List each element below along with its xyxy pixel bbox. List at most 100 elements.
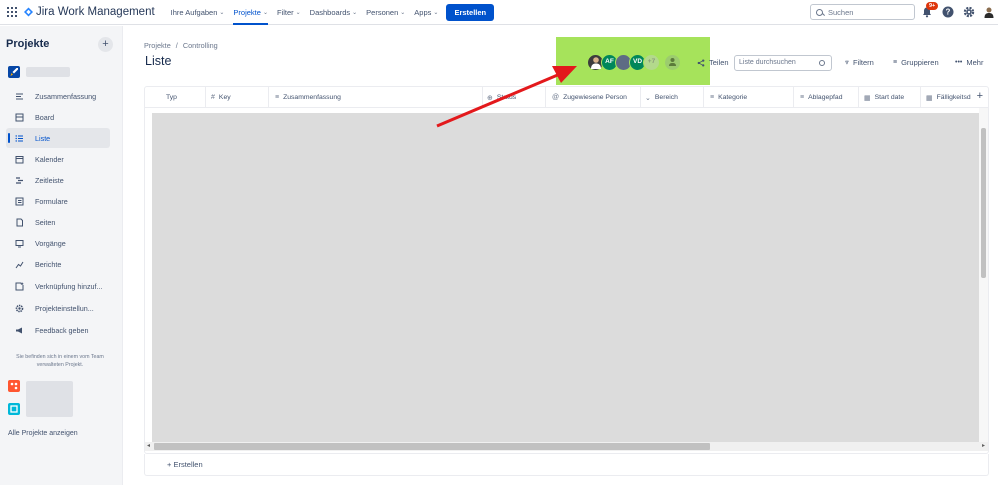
sidebar-item-vorgaenge[interactable]: Vorgänge	[6, 233, 110, 253]
team-managed-note: Sie befinden sich in einem vom Team verw…	[16, 354, 104, 368]
nav-label: Ihre Aufgaben	[170, 7, 218, 17]
pages-icon	[16, 218, 23, 226]
column-header-start-date[interactable]: ▦ Start date	[859, 87, 921, 108]
column-header-status[interactable]: ⊕ Status	[483, 87, 546, 108]
help-icon[interactable]: ?	[942, 6, 954, 18]
group-button[interactable]: ≡ Gruppieren	[893, 58, 939, 67]
more-button[interactable]: ••• Mehr	[955, 58, 983, 67]
other-project-avatar[interactable]	[8, 403, 20, 415]
sidebar-item-label: Verknüpfung hinzuf...	[35, 281, 103, 291]
column-header-assignee[interactable]: @ Zugewiesene Person	[546, 87, 641, 108]
scroll-right-icon[interactable]: ▸	[982, 442, 985, 449]
group-label: Gruppieren	[901, 58, 939, 67]
column-header-kategorie[interactable]: ≡ Kategorie	[704, 87, 794, 108]
sidebar-item-seiten[interactable]: Seiten	[6, 212, 110, 232]
column-label: Typ	[166, 94, 177, 101]
settings-gear-icon[interactable]	[963, 6, 975, 18]
text-icon: ≡	[275, 94, 280, 101]
sidebar-item-projekteinstellungen[interactable]: Projekteinstellun...	[6, 298, 110, 318]
breadcrumb-separator: /	[175, 41, 178, 50]
share-icon	[697, 58, 705, 67]
create-button[interactable]: Erstellen	[446, 3, 495, 21]
nav-label: Personen	[366, 7, 399, 17]
sidebar-item-zeitleiste[interactable]: Zeitleiste	[6, 170, 110, 190]
share-button[interactable]: Teilen	[697, 58, 729, 67]
nav-apps[interactable]: Apps ⌄	[414, 0, 438, 25]
nav-dashboards[interactable]: Dashboards ⌄	[310, 0, 357, 25]
column-header-ablagepfad[interactable]: ≡ Ablagepfad	[794, 87, 859, 108]
nav-label: Apps	[414, 7, 432, 17]
chevron-down-icon: ⌄	[219, 9, 225, 16]
calendar-icon: ▦	[926, 94, 933, 102]
column-header-bereich[interactable]: ⌄ Bereich	[641, 87, 704, 108]
column-label: Ablagepfad	[808, 94, 843, 101]
sidebar-item-formulare[interactable]: Formulare	[6, 191, 110, 211]
app-switcher-icon[interactable]	[7, 7, 17, 17]
project-name[interactable]	[26, 67, 70, 77]
vertical-scrollbar-thumb[interactable]	[981, 128, 986, 278]
add-people-icon[interactable]	[664, 54, 681, 71]
sidebar-item-berichte[interactable]: Berichte	[6, 254, 110, 274]
table-header: Typ # Key ≡ Zusammenfassung ⊕ Status @ Zugew…	[145, 87, 988, 108]
sidebar-item-label: Board	[35, 112, 55, 122]
calendar-icon	[15, 155, 24, 163]
at-icon: @	[552, 94, 560, 101]
scroll-left-icon[interactable]: ◂	[147, 442, 150, 449]
vertical-scrollbar[interactable]	[979, 108, 988, 443]
nav-label: Filter	[276, 7, 294, 17]
filter-button[interactable]: ⩔ Filtern	[845, 58, 874, 67]
global-search-input[interactable]: Suchen	[810, 4, 915, 20]
column-header-zusammenfassung[interactable]: ≡ Zusammenfassung	[269, 87, 483, 108]
sidebar-item-board[interactable]: Board	[6, 107, 110, 127]
breadcrumb-projects[interactable]: Projekte	[144, 41, 171, 50]
sidebar-item-feedback[interactable]: Feedback geben	[6, 320, 110, 340]
nav-ihre-aufgaben[interactable]: Ihre Aufgaben ⌄	[171, 0, 225, 25]
column-label: Bereich	[654, 94, 678, 101]
breadcrumb-project[interactable]: Controlling	[183, 41, 218, 50]
project-avatar[interactable]	[8, 66, 20, 78]
column-label: Status	[496, 94, 517, 101]
megaphone-icon	[16, 327, 22, 333]
table-body-placeholder	[152, 113, 982, 442]
column-header-key[interactable]: # Key	[206, 87, 269, 108]
sidebar-item-label: Projekteinstellun...	[35, 303, 94, 313]
list-search-input[interactable]: Liste durchsuchen	[734, 55, 832, 71]
sidebar-item-kalender[interactable]: Kalender	[6, 149, 110, 169]
sidebar-item-zusammenfassung[interactable]: Zusammenfassung	[6, 86, 110, 106]
chevron-down-icon: ⌄	[295, 9, 301, 16]
add-column-button[interactable]: +	[977, 90, 983, 102]
all-projects-link[interactable]: Alle Projekte anzeigen	[8, 430, 78, 437]
horizontal-scrollbar[interactable]: ◂ ▸	[145, 442, 988, 451]
project-sidebar: Projekte + Zusammenfassung Board Liste K…	[0, 26, 123, 485]
chevron-down-icon: ⌄	[433, 9, 439, 16]
nav-label: Projekte	[233, 7, 261, 17]
more-members-count[interactable]: +7	[643, 54, 660, 71]
other-project-avatar[interactable]	[8, 380, 20, 392]
sidebar-item-verknuepfung[interactable]: Verknüpfung hinzuf...	[6, 276, 110, 296]
sidebar-item-label: Berichte	[35, 259, 62, 269]
user-avatar-icon[interactable]	[983, 6, 995, 18]
sidebar-item-liste[interactable]: Liste	[6, 128, 110, 148]
horizontal-scrollbar-thumb[interactable]	[154, 443, 710, 450]
column-header-faelligkeit[interactable]: ▦ Fälligkeitsd	[921, 87, 975, 108]
nav-personen[interactable]: Personen ⌄	[366, 0, 405, 25]
column-label: Fälligkeitsd	[936, 94, 971, 101]
add-project-button[interactable]: +	[98, 37, 113, 52]
product-logo[interactable]: Jira Work Management	[24, 6, 155, 18]
nav-filter[interactable]: Filter ⌄	[277, 0, 301, 25]
reports-icon	[15, 261, 24, 268]
breadcrumb: Projekte / Controlling	[144, 41, 218, 50]
search-placeholder: Suchen	[828, 7, 854, 17]
sidebar-item-label: Kalender	[35, 154, 64, 164]
nav-projekte[interactable]: Projekte ⌄	[233, 0, 268, 25]
group-icon: ≡	[893, 59, 898, 66]
notification-badge: 9+	[926, 2, 939, 10]
jira-logo-icon	[24, 7, 33, 17]
text-icon: ≡	[710, 94, 715, 101]
board-icon	[15, 113, 24, 121]
create-issue-button[interactable]: + Erstellen	[167, 460, 203, 469]
search-icon	[816, 8, 823, 16]
other-project-names[interactable]	[26, 381, 73, 417]
sidebar-item-label: Formulare	[35, 196, 68, 206]
column-header-typ[interactable]: Typ	[145, 87, 206, 108]
